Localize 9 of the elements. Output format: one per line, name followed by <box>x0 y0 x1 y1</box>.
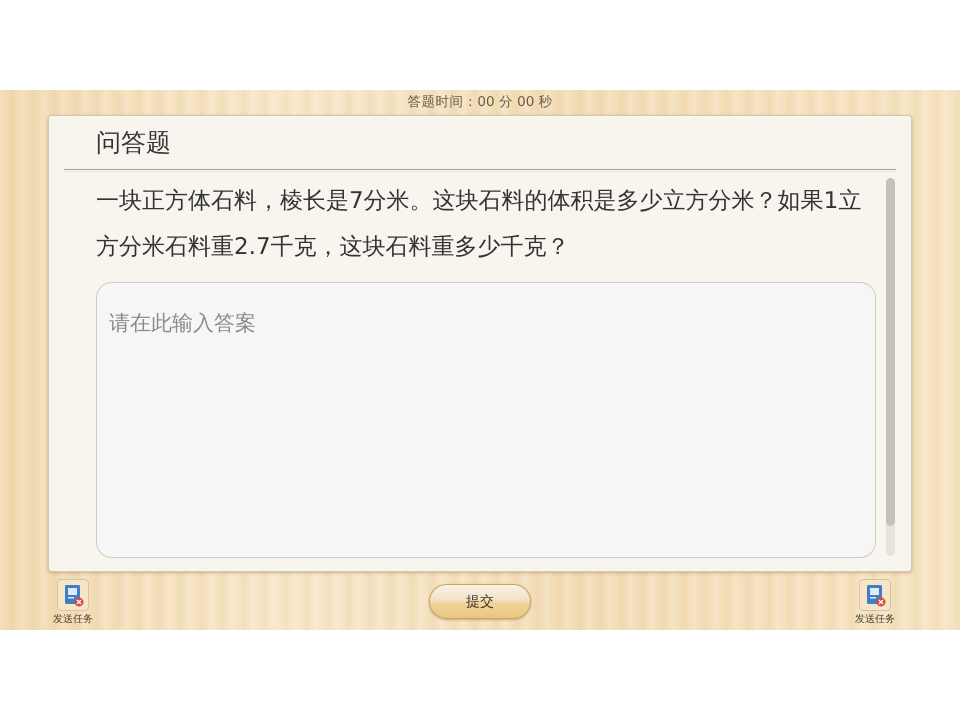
send-task-button[interactable]: 发送任务 <box>53 579 93 626</box>
question-text: 一块正方体石料，棱长是7分米。这块石料的体积是多少立方分米？如果1立方分米石料重2.7千克，这块石料重多少千克？ <box>96 187 862 262</box>
question-type-title: 问答题 <box>96 127 171 159</box>
send-task-button[interactable]: 发送任务 <box>855 579 895 626</box>
task-document-icon <box>57 579 89 611</box>
answer-box[interactable]: 请在此输入答案 <box>96 282 876 558</box>
answer-timer: 答题时间：00 分 00 秒 <box>406 93 554 112</box>
submit-button[interactable]: 提交 <box>429 584 531 619</box>
task-document-icon <box>859 579 891 611</box>
